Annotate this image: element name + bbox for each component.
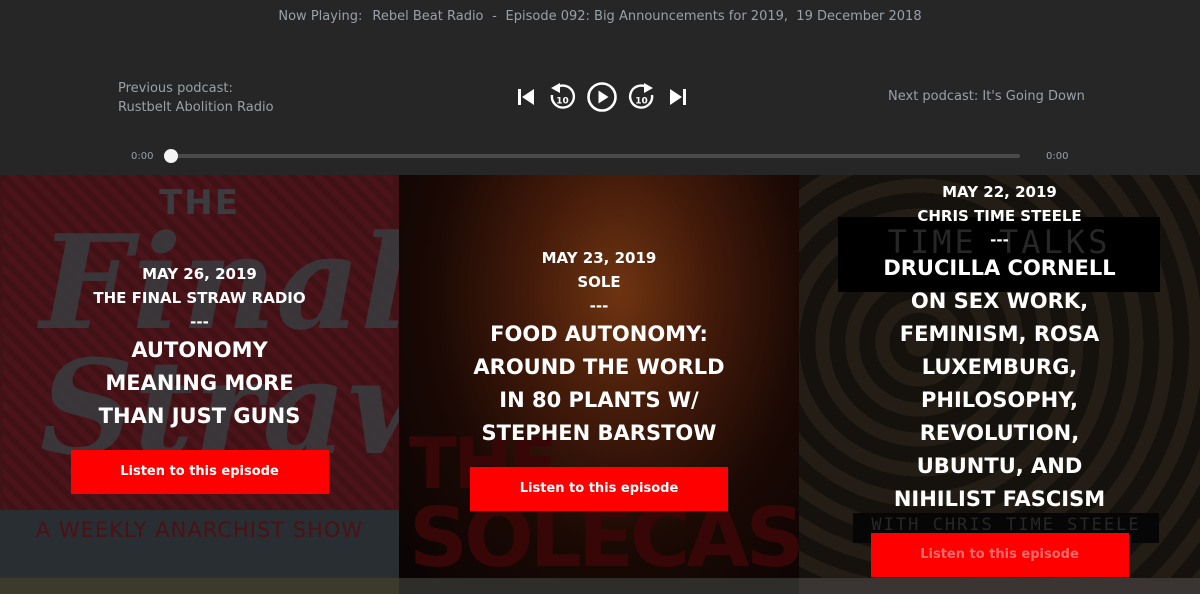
episode-info: MAY 23, 2019 SOLE --- FOOD AUTONOMY: ARO…	[399, 246, 799, 511]
forward-10-button[interactable]: 10	[625, 80, 659, 114]
next-row-artwork	[0, 578, 399, 594]
audio-player: Now Playing: Rebel Beat Radio - Episode 092…	[0, 0, 1200, 175]
skip-next-button[interactable]	[665, 80, 691, 114]
episode-title: DRUCILLA CORNELL ON SEX WORK, FEMINISM, …	[883, 256, 1116, 511]
now-playing-show: Rebel Beat Radio	[372, 9, 484, 24]
play-icon	[587, 82, 617, 112]
elapsed-time: 0:00	[131, 151, 154, 162]
now-playing-date: 19 December 2018	[796, 9, 922, 24]
listen-button[interactable]: Listen to this episode	[70, 450, 329, 494]
forward-seconds-label: 10	[635, 97, 648, 107]
episode-date: MAY 22, 2019	[942, 183, 1057, 201]
episode-title: FOOD AUTONOMY: AROUND THE WORLD IN 80 PL…	[473, 322, 725, 445]
next-row-artwork	[399, 578, 799, 594]
episode-show: THE FINAL STRAW RADIO	[93, 289, 306, 307]
episode-show: CHRIS TIME STEELE	[917, 207, 1082, 225]
progress-handle[interactable]	[164, 149, 178, 163]
episode-title: AUTONOMY MEANING MORE THAN JUST GUNS	[98, 338, 301, 428]
rewind-10-icon: 10	[550, 83, 576, 109]
next-row-artwork	[799, 578, 1200, 594]
episode-separator: ---	[190, 313, 209, 331]
skip-next-icon	[670, 89, 686, 105]
total-time: 0:00	[1046, 151, 1069, 162]
rewind-seconds-label: 10	[556, 97, 569, 107]
episode-separator: ---	[589, 297, 609, 315]
play-button[interactable]	[585, 80, 619, 114]
now-playing-episode: Episode 092: Big Announcements for 2019,	[505, 9, 789, 24]
episode-info: MAY 22, 2019 CHRIS TIME STEELE --- DRUCI…	[799, 180, 1200, 577]
skip-previous-button[interactable]	[513, 80, 539, 114]
episode-info: MAY 26, 2019 THE FINAL STRAW RADIO --- A…	[0, 262, 399, 494]
forward-10-icon: 10	[628, 83, 654, 109]
episode-card: TIME TALKS WITH CHRIS TIME STEELE MAY 22…	[799, 175, 1200, 594]
previous-podcast-link[interactable]: Previous podcast: Rustbelt Abolition Rad…	[118, 79, 288, 117]
episode-card: THE SOLECAST MAY 23, 2019 SOLE --- FOOD …	[399, 175, 799, 594]
episode-show: SOLE	[577, 273, 621, 291]
now-playing-bar: Now Playing: Rebel Beat Radio - Episode 092…	[0, 9, 1200, 24]
next-podcast-link[interactable]: Next podcast: It's Going Down	[888, 89, 1085, 104]
episode-date: MAY 23, 2019	[541, 249, 657, 267]
now-playing-separator: -	[492, 9, 497, 24]
episode-date: MAY 26, 2019	[142, 265, 257, 283]
playback-controls: 10 10	[513, 80, 691, 114]
skip-previous-icon	[518, 89, 534, 105]
episode-card: THE Final Straw A WEEKLY ANARCHIST SHOW …	[0, 175, 399, 594]
progress-bar[interactable]	[171, 154, 1020, 158]
episode-separator: ---	[990, 231, 1009, 249]
rewind-10-button[interactable]: 10	[545, 80, 579, 114]
listen-button[interactable]: Listen to this episode	[470, 467, 728, 511]
now-playing-label: Now Playing:	[278, 9, 363, 24]
listen-button[interactable]: Listen to this episode	[870, 533, 1129, 577]
